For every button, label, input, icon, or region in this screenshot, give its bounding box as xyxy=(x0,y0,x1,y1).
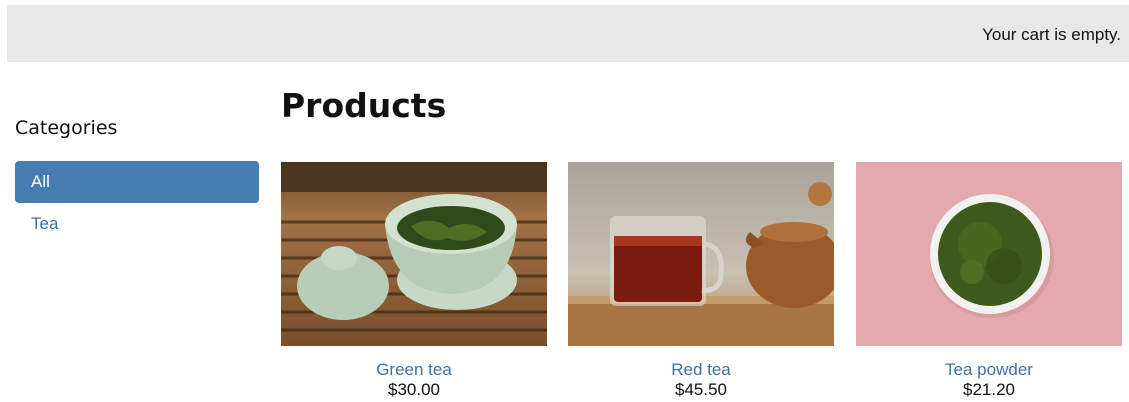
sidebar: Categories All Tea xyxy=(15,117,259,245)
top-bar: Your cart is empty. xyxy=(7,5,1129,62)
page-title: Products xyxy=(281,86,447,125)
sidebar-item-tea[interactable]: Tea xyxy=(15,203,259,245)
product-price: $45.50 xyxy=(675,380,727,399)
product-name[interactable]: Tea powder xyxy=(856,360,1122,380)
product-name[interactable]: Red tea xyxy=(568,360,834,380)
sidebar-title: Categories xyxy=(15,117,118,139)
product-image-red-tea[interactable] xyxy=(568,162,834,346)
product-card: Green tea $30.00 xyxy=(281,162,547,400)
product-price: $21.20 xyxy=(963,380,1015,399)
product-price: $30.00 xyxy=(388,380,440,399)
product-name[interactable]: Green tea xyxy=(281,360,547,380)
cart-status: Your cart is empty. xyxy=(982,25,1121,44)
product-card: Red tea $45.50 xyxy=(568,162,834,400)
product-image-tea-powder[interactable] xyxy=(856,162,1122,346)
product-card: Tea powder $21.20 xyxy=(856,162,1122,400)
product-image-green-tea[interactable] xyxy=(281,162,547,346)
sidebar-item-all[interactable]: All xyxy=(15,161,259,203)
